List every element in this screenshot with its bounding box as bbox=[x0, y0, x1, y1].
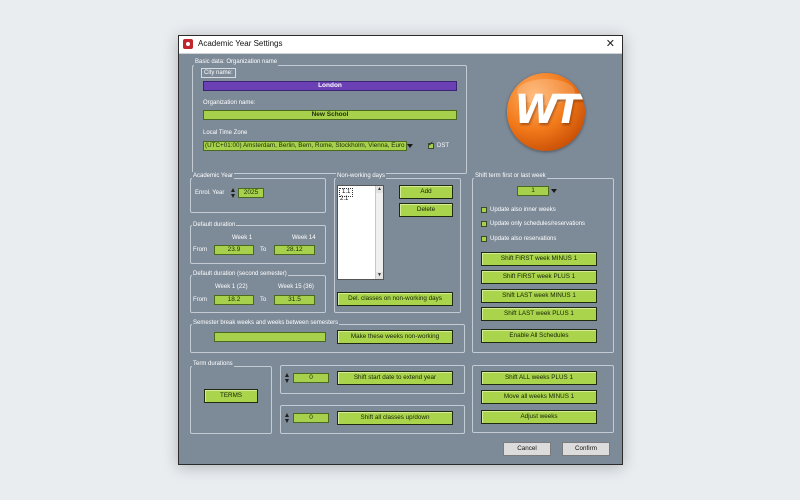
second-week-start-label: Week 1 (22) bbox=[215, 284, 248, 290]
list-item[interactable]: 2.1 bbox=[340, 196, 348, 203]
second-from-label: From bbox=[193, 297, 207, 303]
organization-name-input[interactable]: New School bbox=[203, 110, 457, 120]
move-all-weeks-minus-button[interactable]: Move all weeks MINUS 1 bbox=[481, 390, 597, 404]
shift-all-weeks-plus-button[interactable]: Shift ALL weeks PLUS 1 bbox=[481, 371, 597, 385]
shift-week-dropdown-icon[interactable] bbox=[551, 189, 557, 193]
shift-classes-input[interactable]: 0 bbox=[293, 413, 329, 423]
terms-button[interactable]: TERMS bbox=[204, 389, 258, 403]
non-working-days-group-label: Non-working days bbox=[336, 172, 387, 180]
default-to-input[interactable]: 28.12 bbox=[274, 245, 315, 255]
add-button[interactable]: Add bbox=[399, 185, 453, 199]
city-name-label: City name: bbox=[201, 68, 236, 78]
extend-year-input[interactable]: 0 bbox=[293, 373, 329, 383]
shift-first-plus-button[interactable]: Shift FIRST week PLUS 1 bbox=[481, 270, 597, 284]
scroll-up-icon[interactable]: ▲ bbox=[376, 186, 383, 193]
default-from-input[interactable]: 23.9 bbox=[214, 245, 254, 255]
academic-year-settings-dialog: Academic Year Settings ✕ Basic data: Org… bbox=[178, 35, 623, 465]
extend-year-down-icon[interactable] bbox=[285, 379, 289, 383]
time-zone-label: Local Time Zone bbox=[203, 130, 248, 136]
time-zone-select[interactable]: (UTC+01:00) Amsterdam, Berlin, Bern, Rom… bbox=[203, 141, 407, 151]
close-icon[interactable]: ✕ bbox=[606, 37, 615, 50]
extend-year-stepper[interactable] bbox=[285, 373, 290, 383]
adjust-weeks-button[interactable]: Adjust weeks bbox=[481, 410, 597, 424]
cancel-button[interactable]: Cancel bbox=[503, 442, 551, 456]
term-durations-group-label: Term durations bbox=[192, 360, 234, 368]
dst-label: DST bbox=[437, 143, 449, 149]
shift-first-minus-button[interactable]: Shift FIRST week MINUS 1 bbox=[481, 252, 597, 266]
logo-text: WT bbox=[514, 87, 581, 133]
enable-all-schedules-button[interactable]: Enable All Schedules bbox=[481, 329, 597, 343]
time-zone-dropdown-icon[interactable] bbox=[407, 144, 413, 148]
update-schedules-label: Update only schedules/reservations bbox=[490, 221, 586, 227]
shift-last-plus-button[interactable]: Shift LAST week PLUS 1 bbox=[481, 307, 597, 321]
second-week-end-label: Week 15 (36) bbox=[278, 284, 314, 290]
default-week-end-label: Week 14 bbox=[292, 235, 316, 241]
shift-term-group-label: Shift term first or last week bbox=[474, 172, 547, 180]
scroll-down-icon[interactable]: ▼ bbox=[376, 272, 383, 279]
delete-classes-non-working-button[interactable]: Del. classes on non-working days bbox=[337, 292, 453, 306]
dst-checkbox[interactable] bbox=[428, 140, 434, 149]
enrol-year-label: Enrol. Year bbox=[195, 190, 225, 196]
update-inner-weeks-checkbox[interactable] bbox=[481, 207, 487, 213]
shift-start-date-button[interactable]: Shift start date to extend year bbox=[337, 371, 453, 385]
semester-break-input[interactable] bbox=[214, 332, 326, 342]
enrol-year-up-icon[interactable] bbox=[231, 188, 235, 192]
update-reservations-label: Update also reservations bbox=[490, 236, 557, 242]
update-reservations-checkbox[interactable] bbox=[481, 236, 487, 242]
shift-last-minus-button[interactable]: Shift LAST week MINUS 1 bbox=[481, 289, 597, 303]
make-weeks-non-working-button[interactable]: Make these weeks non-working bbox=[337, 330, 453, 344]
default-duration-group-label: Default duration bbox=[192, 221, 237, 229]
second-to-input[interactable]: 31.5 bbox=[274, 295, 315, 305]
organization-name-label: Organization name: bbox=[203, 100, 256, 106]
basic-data-group-label: Basic data: Organization name bbox=[194, 58, 279, 66]
shift-classes-down-icon[interactable] bbox=[285, 419, 289, 423]
update-schedules-checkbox[interactable] bbox=[481, 221, 487, 227]
title-bar: Academic Year Settings ✕ bbox=[179, 36, 622, 54]
default-week-start-label: Week 1 bbox=[232, 235, 253, 241]
wt-logo: WT bbox=[507, 73, 585, 151]
list-scrollbar[interactable]: ▲ ▼ bbox=[375, 186, 383, 279]
window-title: Academic Year Settings bbox=[198, 39, 283, 48]
app-icon bbox=[183, 39, 193, 49]
semester-break-group-label: Semester break weeks and weeks between s… bbox=[192, 319, 340, 327]
shift-classes-up-icon[interactable] bbox=[285, 413, 289, 417]
enrol-year-input[interactable]: 2025 bbox=[238, 188, 264, 198]
extend-year-up-icon[interactable] bbox=[285, 373, 289, 377]
second-from-input[interactable]: 18.2 bbox=[214, 295, 254, 305]
default-duration-second-group bbox=[190, 275, 326, 313]
non-working-days-list[interactable]: 1.1 2.1 ▲ ▼ bbox=[337, 185, 384, 280]
city-name-input[interactable]: London bbox=[203, 81, 457, 91]
shift-all-classes-button[interactable]: Shift all classes up/down bbox=[337, 411, 453, 425]
default-to-label: To bbox=[260, 247, 267, 253]
confirm-button[interactable]: Confirm bbox=[562, 442, 610, 456]
second-to-label: To bbox=[260, 297, 267, 303]
enrol-year-down-icon[interactable] bbox=[231, 194, 235, 198]
default-from-label: From bbox=[193, 247, 207, 253]
shift-classes-stepper[interactable] bbox=[285, 413, 290, 423]
enrol-year-stepper[interactable] bbox=[231, 188, 236, 198]
update-inner-weeks-label: Update also inner weeks bbox=[490, 207, 556, 213]
default-duration-second-group-label: Default duration (second semester) bbox=[192, 270, 288, 278]
delete-button[interactable]: Delete bbox=[399, 203, 453, 217]
shift-week-select[interactable]: 1 bbox=[517, 186, 549, 196]
academic-year-group-label: Academic Year bbox=[192, 172, 235, 180]
